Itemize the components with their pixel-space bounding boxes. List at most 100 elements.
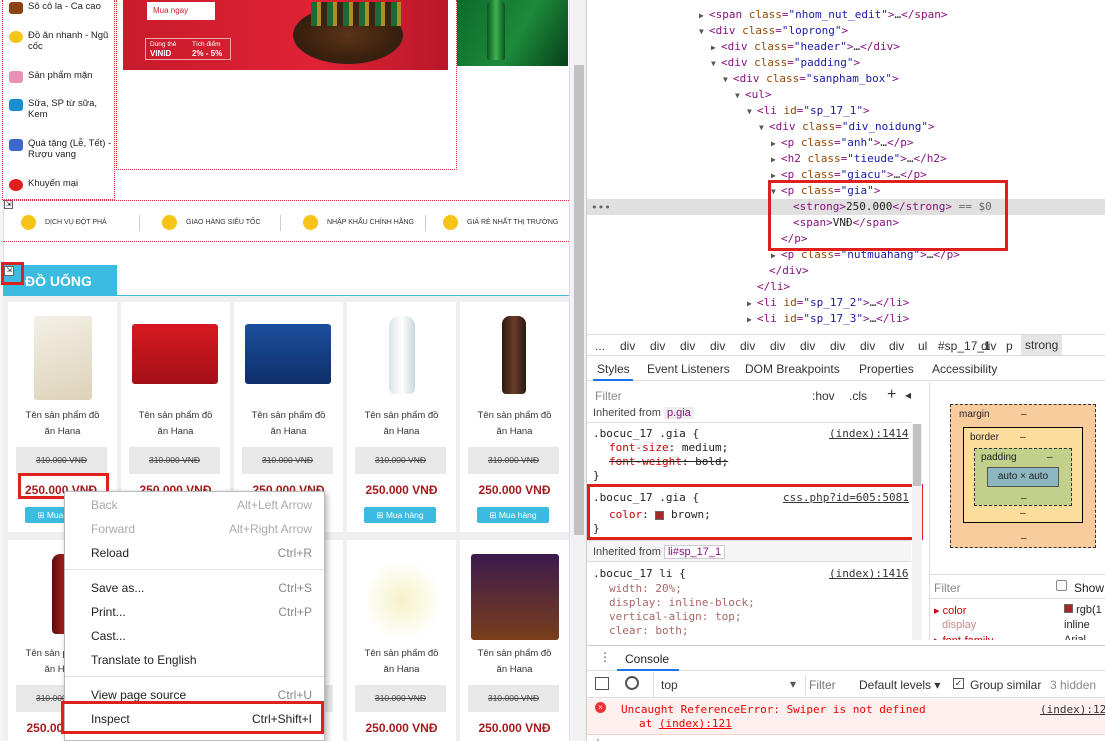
buy-button[interactable]: ⊞ Mua hàng [364,507,436,523]
product-image[interactable] [132,324,218,384]
menu-item-print[interactable]: Print... Ctrl+P [65,601,324,623]
breadcrumb-item[interactable]: ul [918,339,927,353]
menu-item-reload[interactable]: Reload Ctrl+R [65,542,324,564]
show-all-checkbox[interactable] [1056,580,1067,591]
css-source-link[interactable]: (index):1414 [829,427,908,441]
computed-property[interactable]: ▸ font-family [934,634,993,640]
breadcrumb-item[interactable]: div [860,339,875,353]
css-property[interactable]: width: 20%; [609,582,682,596]
dom-node[interactable]: ▼ <div class="loprong"> [699,23,848,40]
css-property[interactable]: vertical-align: top; [609,610,741,624]
error-source-link[interactable]: (index):12 [1040,703,1105,716]
dom-node[interactable]: ▼ <ul> [735,87,772,104]
product-name[interactable]: Tên sản phẩm đồăn Hana [460,408,569,440]
content-box[interactable]: auto × auto [987,467,1059,487]
breadcrumb-item-selected[interactable]: strong [1021,335,1063,355]
dom-node[interactable]: ▼ <div class="sanpham_box"> [723,71,899,88]
css-property[interactable]: clear: both; [609,624,689,638]
css-property-overridden[interactable]: font-weight: bold; [609,455,728,469]
product-card[interactable]: Tên sản phẩm đồăn Hana 310.000 VNĐ 250.0… [460,540,569,741]
tab-styles[interactable]: Styles [597,362,630,376]
breadcrumb-item[interactable]: div [680,339,695,353]
product-image[interactable] [471,554,559,640]
drink-banner[interactable] [457,0,568,66]
dom-node[interactable]: ▼ <div class="padding"> [711,55,860,72]
tab-accessibility[interactable]: Accessibility [932,362,997,376]
margin-box[interactable]: margin – – border – – padding – – auto ×… [950,404,1096,548]
breadcrumb-item[interactable]: div [889,339,904,353]
clear-console-icon[interactable] [625,676,639,690]
tab-event-listeners[interactable]: Event Listeners [647,362,730,376]
breadcrumb-item[interactable]: div [650,339,665,353]
product-name[interactable]: Tên sản phẩm đồăn Hana [347,646,456,678]
sidebar-item-gifts[interactable]: Quà tặng (Lễ, Tết) - Rượu vang [7,138,115,160]
breadcrumb-item[interactable]: div [770,339,785,353]
dom-node[interactable]: ▼ <div class="div_noidung"> [759,119,935,136]
computed-filter-input[interactable]: Filter [934,581,961,595]
more-icon[interactable]: ••• [591,200,611,216]
dom-node[interactable]: ▼ <li id="sp_17_1"> [747,103,870,120]
computed-property[interactable]: display [942,619,976,631]
log-levels-dropdown[interactable]: Default levels ▾ [859,678,940,692]
dom-node[interactable]: ▶ <span class="nhom_nut_edit">…</span> [699,7,947,24]
dom-node[interactable]: ▶ <h2 class="tieude">…</h2> [771,151,947,168]
product-card[interactable]: Tên sản phẩm đồăn Hana 310.000 VNĐ 250.0… [460,302,569,532]
breadcrumb-item[interactable]: div [800,339,815,353]
sidebar-item-chocolate[interactable]: Sô cô la - Ca cao [7,1,115,14]
sidebar-item-milk[interactable]: Sữa, SP từ sữa, Kem [7,98,115,120]
product-name[interactable]: Tên sản phẩm đồăn Hana [460,646,569,678]
sidebar-item-salty[interactable]: Sản phẩm mặn [7,70,115,83]
sidebar-item-fastfood[interactable]: Đồ ăn nhanh - Ngũ cốc [7,30,115,52]
dom-node[interactable]: </div> [769,263,809,279]
product-image[interactable] [502,316,526,394]
menu-item-back[interactable]: Back Alt+Left Arrow [65,494,324,516]
sidebar-item-sale[interactable]: Khuyến mại [7,178,115,191]
computed-property[interactable]: ▸ color [934,604,966,617]
chevron-down-icon[interactable]: ▾ [790,677,796,691]
scrollbar-thumb[interactable] [574,65,584,535]
product-image[interactable] [34,316,92,400]
tab-console[interactable]: Console [625,652,669,666]
promo-banner[interactable]: Mua ngay Dùng thẻ VINID Tích điểm 2% - 5… [123,0,448,70]
border-box[interactable]: border – – padding – – auto × auto [963,427,1083,523]
css-property[interactable]: font-size: medium; [609,441,728,455]
menu-item-forward[interactable]: Forward Alt+Right Arrow [65,518,324,540]
group-similar-checkbox[interactable]: ✓ [953,678,964,689]
dom-node[interactable]: ▶ <p class="anh">…</p> [771,135,914,152]
dom-node[interactable]: ▶ <li id="sp_17_2">…</li> [747,295,909,312]
console-filter-input[interactable]: Filter [809,678,836,692]
product-name[interactable]: Tên sản phẩm đồăn Hana [121,408,230,440]
menu-item-cast[interactable]: Cast... [65,625,324,647]
drawer-menu-icon[interactable]: ⋮ [599,650,611,664]
dom-node[interactable]: ▶ <li id="sp_17_3">…</li> [747,311,909,328]
breadcrumb-item[interactable]: div [710,339,725,353]
dom-node[interactable]: ▶ <div class="header">…</div> [711,39,900,56]
product-name[interactable]: Tên sản phẩm đồăn Hana [347,408,456,440]
product-name[interactable]: Tên sản phẩm đồăn Hana [8,408,117,440]
product-card[interactable]: Tên sản phẩm đồăn Hana 310.000 VNĐ 250.0… [347,540,456,741]
menu-item-translate[interactable]: Translate to English [65,649,324,671]
product-image[interactable] [389,316,415,394]
tab-properties[interactable]: Properties [859,362,914,376]
tab-dom-breakpoints[interactable]: DOM Breakpoints [745,362,840,376]
product-name[interactable]: Tên sản phẩm đồăn Hana [234,408,343,440]
breadcrumb-item[interactable]: div [740,339,755,353]
padding-box[interactable]: padding – – auto × auto [974,448,1072,506]
buy-now-button[interactable]: Mua ngay [147,2,215,20]
product-image[interactable] [367,554,437,638]
css-property[interactable]: display: inline-block; [609,596,755,610]
menu-item-save-as[interactable]: Save as... Ctrl+S [65,577,324,599]
breadcrumb-item[interactable]: div [620,339,635,353]
buy-button[interactable]: ⊞ Mua hàng [477,507,549,523]
error-stack-link[interactable]: (index):121 [659,717,732,730]
console-prompt-icon[interactable]: › [595,736,601,741]
styles-scrollbar-thumb[interactable] [913,424,921,486]
breadcrumb-item[interactable]: div [981,339,996,353]
dom-node[interactable]: </li> [757,279,790,295]
product-card[interactable]: Tên sản phẩm đồăn Hana 310.000 VNĐ 250.0… [347,302,456,532]
breadcrumb-item[interactable]: div [830,339,845,353]
breadcrumb-item[interactable]: ... [595,339,605,353]
context-selector[interactable]: top [661,678,678,692]
sidebar-toggle-icon[interactable] [595,677,609,690]
breadcrumb-item[interactable]: p [1006,339,1013,353]
